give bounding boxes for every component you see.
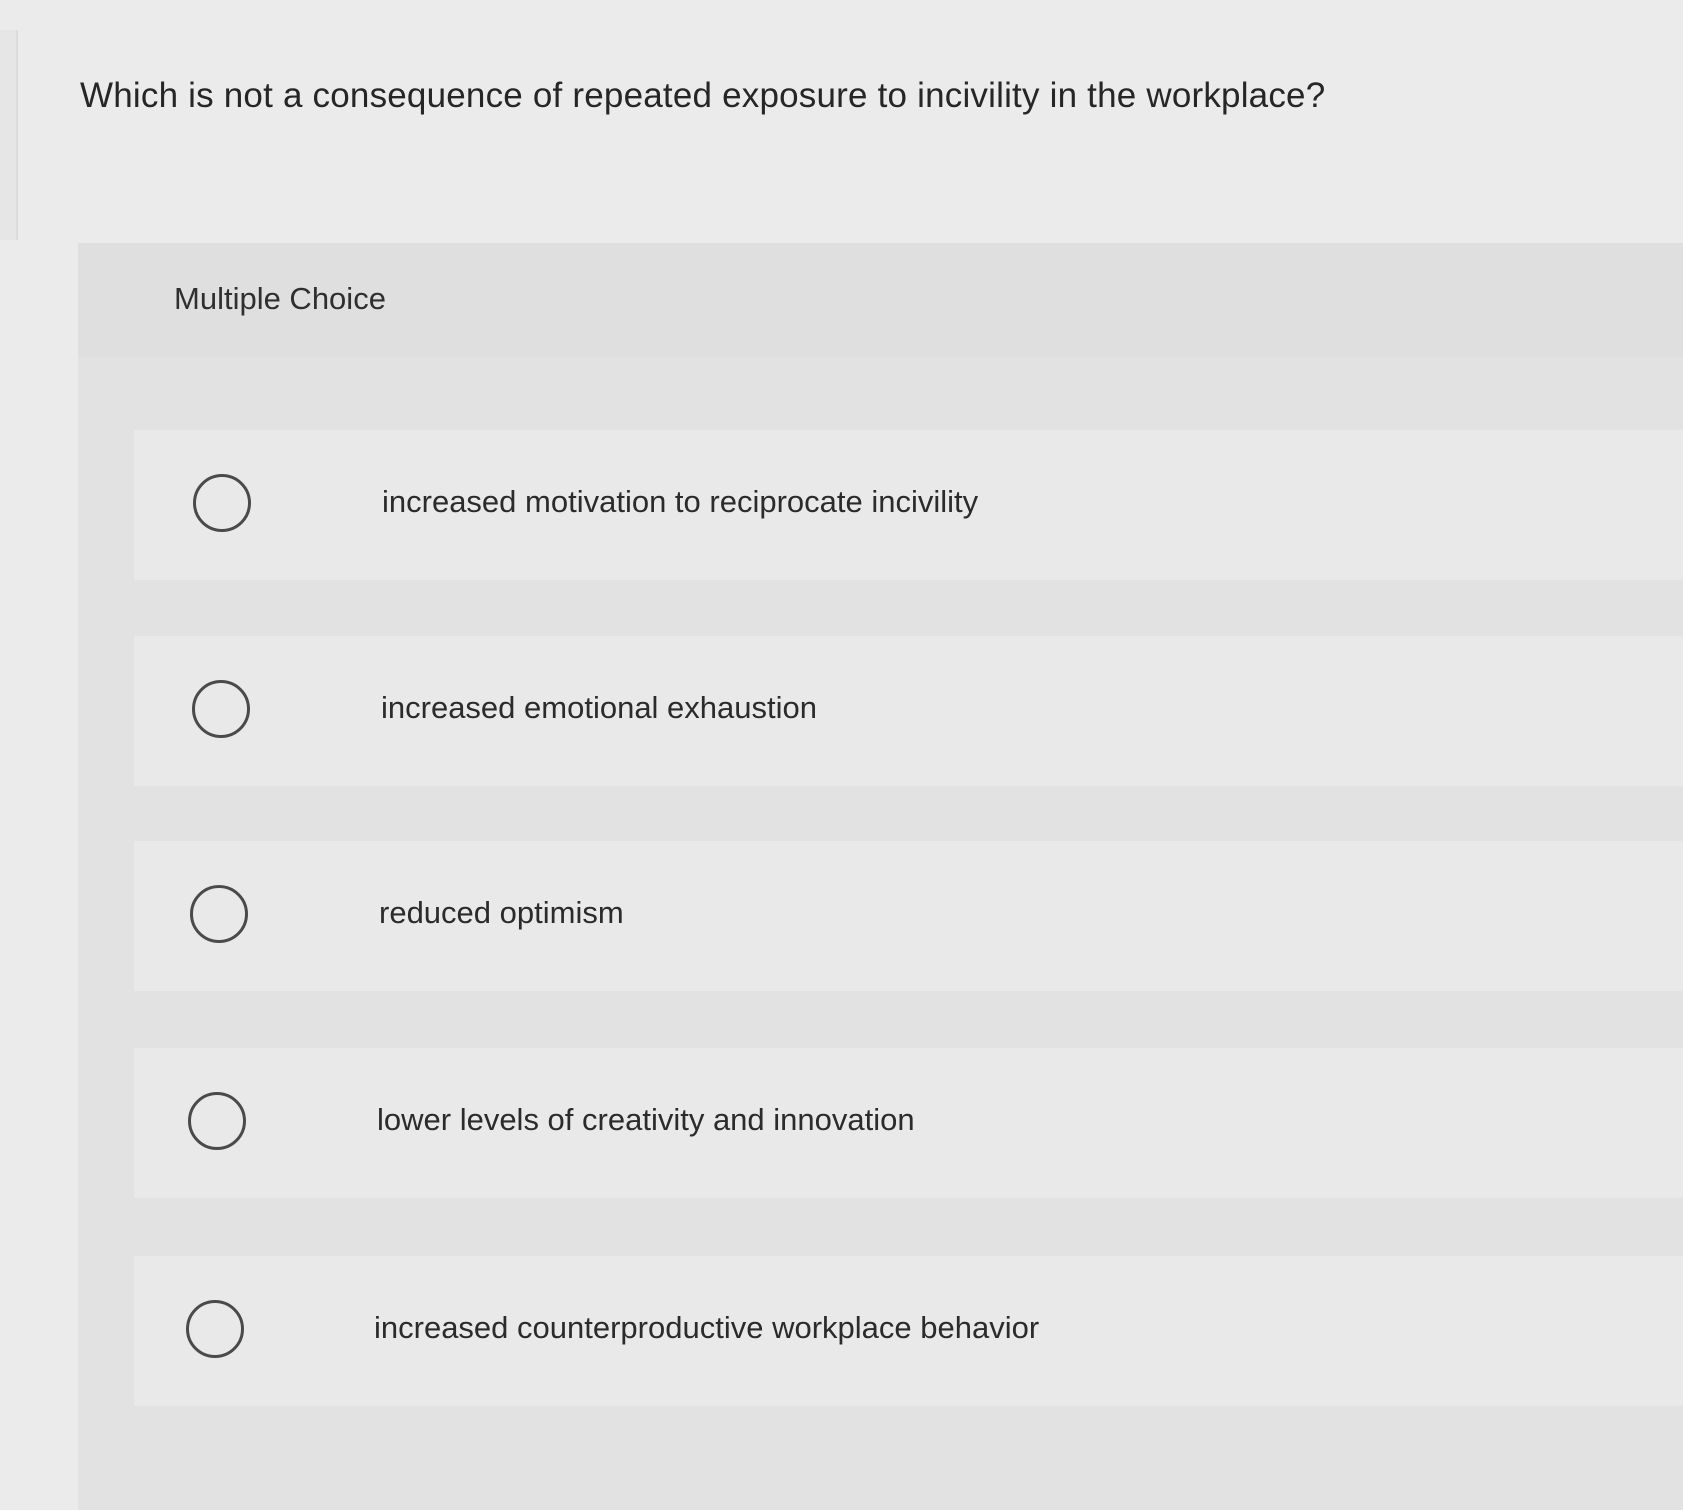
choice-label-1: increased motivation to reciprocate inci… xyxy=(382,484,979,519)
choice-label-4: lower levels of creativity and innovatio… xyxy=(377,1102,915,1137)
question-text: Which is not a consequence of repeated e… xyxy=(80,76,1326,115)
radio-button-5[interactable] xyxy=(186,1300,244,1358)
page-edge xyxy=(0,30,18,240)
choice-option-2[interactable]: increased emotional exhaustion xyxy=(134,636,1683,786)
radio-button-4[interactable] xyxy=(188,1092,246,1150)
choice-label-5: increased counterproductive workplace be… xyxy=(374,1310,1040,1345)
choice-label-3: reduced optimism xyxy=(379,895,624,930)
panel-header: Multiple Choice xyxy=(78,243,1683,358)
choice-label-2: increased emotional exhaustion xyxy=(381,690,817,725)
radio-button-3[interactable] xyxy=(190,885,248,943)
answer-panel: Multiple Choice increased motivation to … xyxy=(78,243,1683,1510)
choice-option-5[interactable]: increased counterproductive workplace be… xyxy=(134,1256,1683,1406)
choice-option-1[interactable]: increased motivation to reciprocate inci… xyxy=(134,430,1683,580)
choice-option-4[interactable]: lower levels of creativity and innovatio… xyxy=(134,1048,1683,1198)
radio-button-1[interactable] xyxy=(193,474,251,532)
radio-button-2[interactable] xyxy=(192,680,250,738)
choice-option-3[interactable]: reduced optimism xyxy=(134,841,1683,991)
question-type-label: Multiple Choice xyxy=(174,281,386,316)
